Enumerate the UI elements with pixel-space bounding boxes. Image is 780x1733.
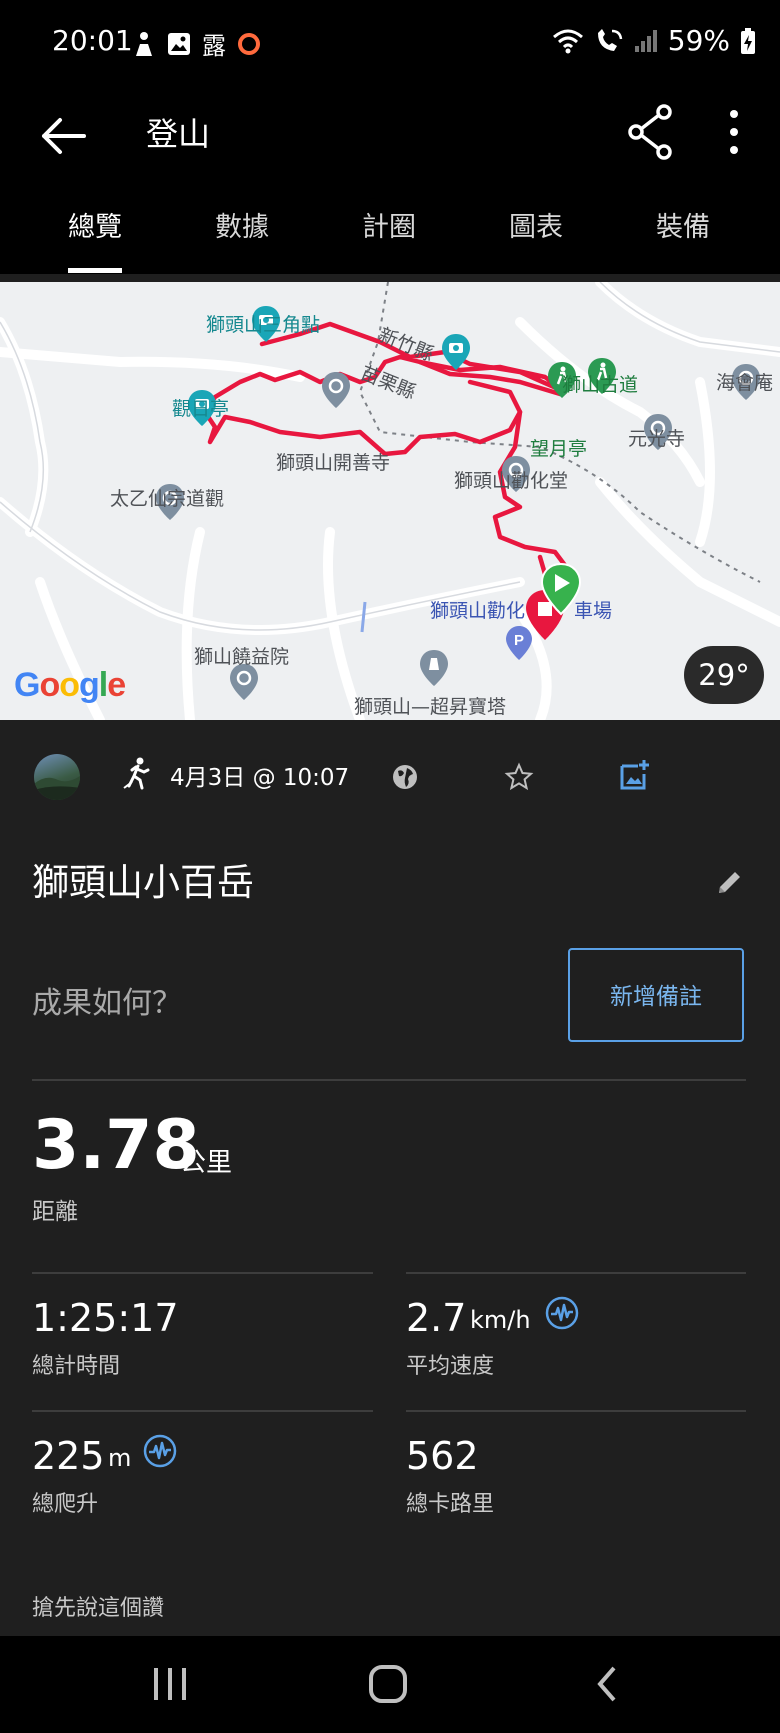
tab-gear[interactable]: 裝備 [610, 188, 756, 274]
system-nav-bar [0, 1636, 780, 1733]
globe-icon[interactable] [390, 762, 420, 792]
map-label-quanhua: 獅頭山勸化堂 [454, 470, 569, 492]
activity-date: 4月3日 @ 10:07 [170, 765, 350, 791]
home-icon [369, 1665, 407, 1703]
back-arrow-icon [42, 118, 86, 154]
wifi-call-icon [597, 28, 623, 51]
divider [32, 1079, 746, 1081]
avg-speed-unit: km/h [470, 1306, 531, 1334]
map-label-parking: 獅頭山勸化 [430, 600, 526, 622]
map-label-parking-2: 車場 [574, 600, 613, 622]
back-button[interactable] [36, 106, 96, 166]
divider [32, 1272, 373, 1274]
tab-charts[interactable]: 圖表 [463, 188, 609, 274]
signal-icon [634, 29, 657, 52]
kudos-prompt[interactable]: 搶先說這個讚 [32, 1590, 164, 1622]
map-label-kaishan: 獅頭山開善寺 [276, 452, 391, 474]
temperature-badge: 29° [684, 646, 764, 704]
add-note-button[interactable]: 新增備註 [568, 948, 744, 1042]
share-icon [628, 104, 672, 160]
map-label-yuanguang: 元光寺 [628, 428, 686, 450]
how-did-it-go-text: 成果如何？ [32, 986, 182, 1021]
gallery-icon [168, 32, 190, 55]
record-icon [238, 32, 260, 55]
distance-unit: 公里 [180, 1148, 233, 1178]
status-system-icons: 59% [552, 24, 756, 57]
status-notification-icons: 露 [132, 26, 262, 61]
calories-value: 562 [406, 1434, 479, 1478]
share-button[interactable] [624, 98, 678, 168]
total-time-value: 1:25:17 [32, 1296, 179, 1340]
status-bar: 20:01 露 59% [0, 0, 780, 88]
active-tab-indicator [68, 268, 122, 273]
tab-data[interactable]: 數據 [169, 188, 315, 274]
star-icon[interactable] [504, 762, 534, 792]
divider [406, 1410, 746, 1412]
battery-charging-icon [741, 27, 755, 54]
system-back-button[interactable] [578, 1658, 638, 1710]
google-logo: Google [14, 666, 126, 704]
avatar-image [34, 776, 80, 800]
total-time-label: 總計時間 [32, 1354, 121, 1379]
notification-person-icon [136, 31, 152, 56]
weather-glyph-icon: 露 [202, 32, 226, 60]
map-label-raoyi: 獅山饒益院 [194, 646, 290, 668]
edit-pencil-icon[interactable] [714, 866, 746, 898]
tab-bar: 總覽 數據 計圈 圖表 裝備 [0, 188, 780, 274]
divider [32, 1410, 373, 1412]
map-label-wangyue: 望月亭 [530, 438, 588, 460]
system-back-icon [597, 1666, 616, 1702]
distance-label: 距離 [32, 1199, 78, 1225]
map-label-lion-trail: 獅山古道 [562, 374, 639, 396]
map-label-guanri: 觀日亭 [172, 398, 230, 420]
home-button[interactable] [358, 1658, 418, 1710]
app-bar: 登山 [0, 88, 780, 188]
tower-poi-icon [420, 650, 448, 686]
route-map[interactable]: P 獅頭山三角點 新竹縣 苗栗縣 獅山古道 海會庵 觀日亭 望月亭 元光寺 獅頭… [0, 282, 780, 720]
more-vert-icon [730, 110, 738, 154]
page-title: 登山 [146, 115, 211, 153]
hiking-icon [123, 757, 150, 790]
activity-name: 獅頭山小百岳 [32, 861, 254, 904]
camera-poi-icon-2 [442, 334, 470, 370]
recent-apps-icon [154, 1668, 186, 1700]
recent-apps-button[interactable] [140, 1658, 200, 1710]
map-label-triangle-point: 獅頭山三角點 [206, 314, 321, 336]
calories-label: 總卡路里 [406, 1492, 495, 1517]
activity-meta-row: 4月3日 @ 10:07 [0, 740, 780, 816]
ascent-unit: m [108, 1444, 132, 1472]
temple-poi-icon [322, 372, 350, 408]
avg-speed-value: 2.7 [406, 1296, 467, 1340]
avatar[interactable] [34, 754, 80, 800]
add-photo-icon[interactable] [618, 758, 650, 792]
wifi-icon [552, 29, 583, 53]
avg-speed-label: 平均速度 [406, 1354, 495, 1379]
status-time: 20:01 [52, 24, 133, 57]
more-options-button[interactable] [714, 98, 754, 168]
tab-laps[interactable]: 計圈 [316, 188, 462, 274]
speed-chart-icon[interactable] [545, 1296, 579, 1330]
battery-percent: 59% [667, 24, 730, 57]
divider [406, 1272, 746, 1274]
ascent-chart-icon[interactable] [143, 1434, 177, 1468]
ascent-value: 225 [32, 1434, 105, 1478]
map-label-tower: 獅頭山—超昇寶塔 [354, 696, 507, 718]
map-label-haihui: 海會庵 [716, 372, 774, 394]
map-label-taiyi: 太乙仙宗道觀 [110, 488, 225, 510]
tab-overview[interactable]: 總覽 [22, 188, 168, 274]
ascent-label: 總爬升 [32, 1492, 99, 1517]
distance-value: 3.78 [32, 1106, 200, 1185]
